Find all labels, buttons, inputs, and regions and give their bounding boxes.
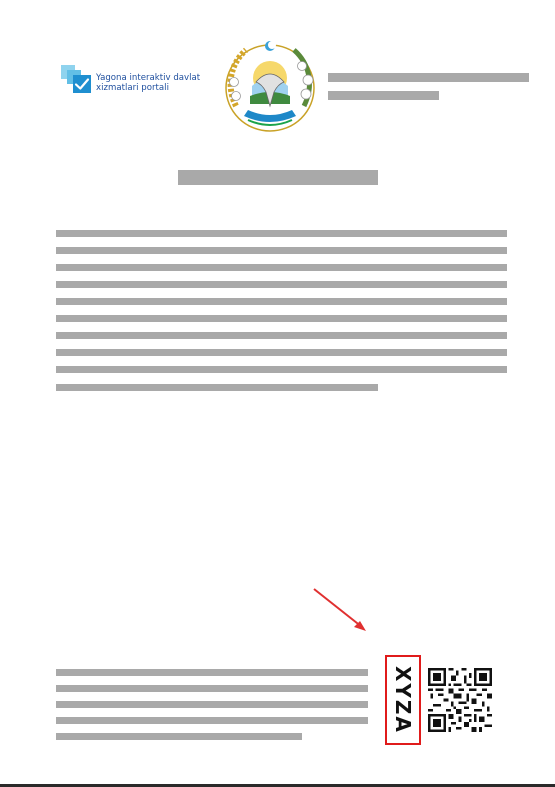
body-redaction-line: [56, 281, 507, 288]
footer-redaction-line: [56, 669, 368, 676]
body-redaction-line: [56, 366, 507, 373]
state-emblem-icon: [225, 41, 315, 132]
qr-code-icon[interactable]: [428, 668, 492, 732]
verification-stamp: XYZA: [385, 655, 421, 745]
body-redaction-line: [56, 230, 507, 237]
footer-redaction-line: [56, 717, 368, 724]
verification-code: XYZA: [391, 666, 415, 734]
header-redaction-bar: [328, 73, 529, 82]
body-redaction-line: [56, 264, 507, 271]
portal-logo: Yagona interaktiv davlat xizmatlari port…: [56, 62, 206, 98]
title-redaction-bar: [178, 170, 378, 185]
body-redaction-line: [56, 384, 378, 391]
body-redaction-line: [56, 349, 507, 356]
footer-redaction-line: [56, 733, 302, 740]
body-redaction-line: [56, 247, 507, 254]
header-redaction-bar: [328, 91, 439, 100]
portal-logo-text: Yagona interaktiv davlat xizmatlari port…: [96, 73, 208, 93]
portal-logo-line1: Yagona interaktiv davlat: [96, 73, 201, 83]
body-redaction-line: [56, 298, 507, 305]
body-redaction-line: [56, 332, 507, 339]
portal-logo-line2: xizmatlari portali: [96, 83, 169, 93]
body-redaction-line: [56, 315, 507, 322]
arrow-pointer-icon: [313, 588, 366, 631]
checkmark-icon: [74, 78, 90, 90]
footer-redaction-line: [56, 685, 368, 692]
footer-redaction-line: [56, 701, 368, 708]
